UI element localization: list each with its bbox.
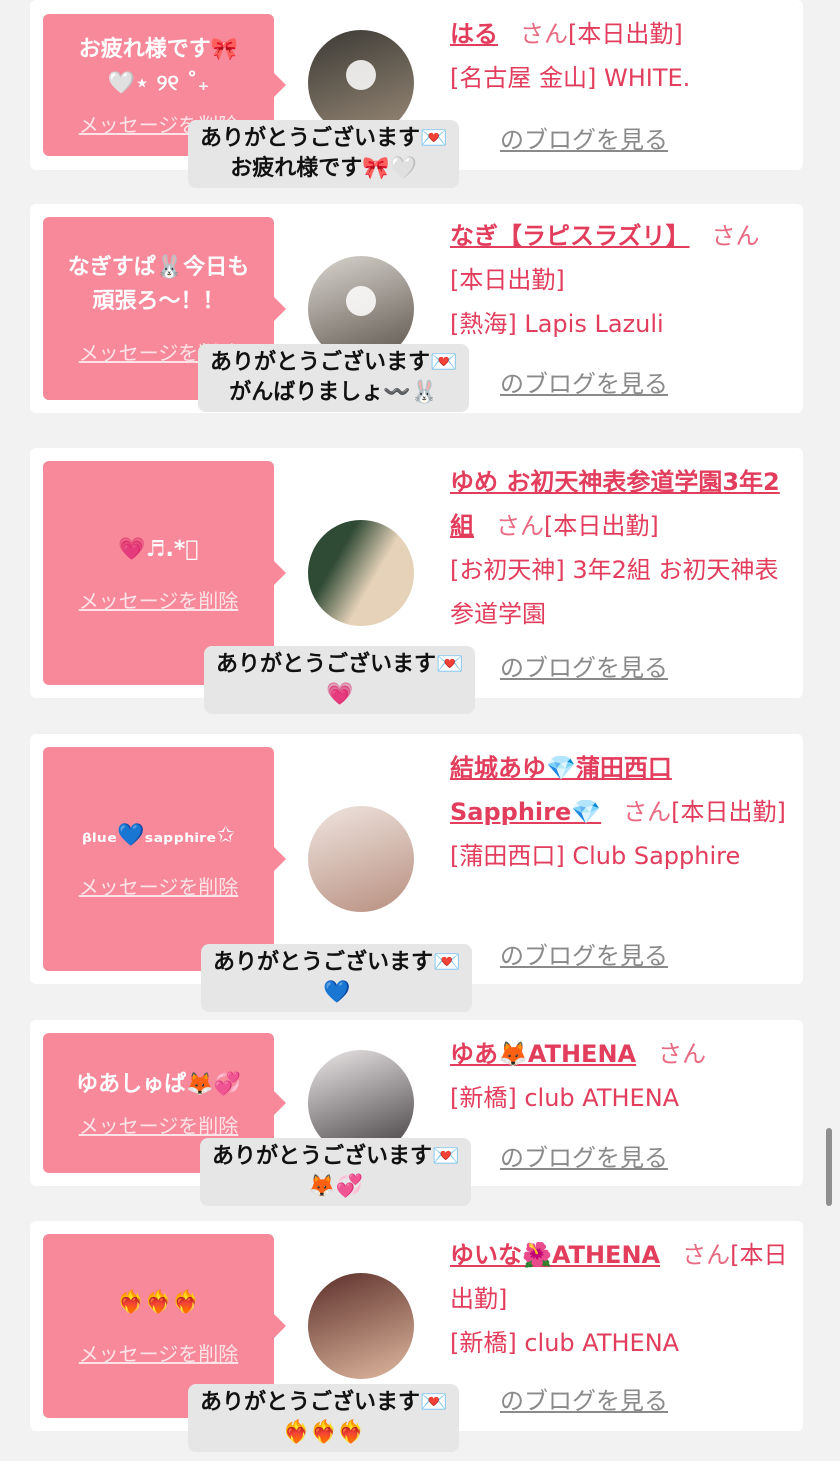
girl-name-link[interactable]: なぎ【ラピスラズリ】 bbox=[450, 222, 690, 250]
view-blog-link[interactable]: のブログを見る bbox=[500, 120, 668, 155]
avatar[interactable] bbox=[308, 1273, 414, 1379]
honorific: さん bbox=[682, 1241, 731, 1269]
sent-message-text: 💗♬.*ﾟ bbox=[118, 536, 199, 562]
sent-message-text: ᵦₗᵤₑ💙ₛₐₚₚₕᵢᵣₑ✩ bbox=[82, 822, 235, 848]
sent-message-text: お疲れ様です🎀 🤍⋆ ୨୧ ˚₊ bbox=[78, 36, 239, 96]
status-text: [本日出勤] bbox=[671, 798, 786, 826]
view-blog-link[interactable]: のブログを見る bbox=[500, 648, 668, 683]
sent-message-text: ❤️‍🔥❤️‍🔥❤️‍🔥 bbox=[117, 1289, 200, 1315]
honorific: さん bbox=[658, 1040, 707, 1068]
honorific: さん bbox=[520, 20, 568, 48]
status-text: [本日出勤] bbox=[544, 512, 659, 540]
shop-name: [熱海] Lapis Lazuli bbox=[450, 310, 664, 338]
sent-message-text: ゆあしゅぱ🦊💞 bbox=[76, 1071, 241, 1097]
reply-bubble: ありがとうございます💌 お疲れ様です🎀🤍 bbox=[188, 120, 460, 188]
heart-sticker-icon bbox=[346, 60, 376, 90]
avatar[interactable] bbox=[308, 806, 414, 912]
shop-name: [新橋] club ATHENA bbox=[450, 1329, 680, 1357]
honorific: さん bbox=[496, 512, 544, 540]
reply-bubble: ありがとうございます💌 💗 bbox=[204, 646, 476, 714]
delete-message-link[interactable]: メッセージを削除 bbox=[79, 1338, 239, 1367]
delete-message-link[interactable]: メッセージを削除 bbox=[79, 585, 239, 614]
view-blog-link[interactable]: のブログを見る bbox=[500, 1381, 668, 1416]
sent-message-bubble: ᵦₗᵤₑ💙ₛₐₚₚₕᵢᵣₑ✩ メッセージを削除 bbox=[43, 747, 286, 971]
girl-info: はる さん[本日出勤] [名古屋 金山] WHITE. bbox=[450, 12, 790, 100]
sent-message-text: なぎすぱ🐰今日も 頑張ろ〜！！ bbox=[67, 255, 250, 314]
reply-bubble: ありがとうございます💌 ❤️‍🔥❤️‍🔥❤️‍🔥 bbox=[188, 1384, 460, 1452]
delete-message-link[interactable]: メッセージを削除 bbox=[79, 1110, 239, 1139]
girl-name-link[interactable]: ゆあ🦊ATHENA bbox=[450, 1040, 636, 1068]
reply-bubble: ありがとうございます💌 🦊💞 bbox=[200, 1138, 472, 1206]
status-text: [本日出勤] bbox=[450, 266, 565, 294]
view-blog-link[interactable]: のブログを見る bbox=[500, 364, 668, 399]
reply-bubble: ありがとうございます💌 💙 bbox=[201, 944, 473, 1012]
shop-name: [名古屋 金山] WHITE. bbox=[450, 64, 691, 92]
girl-info: 結城あゆ💎蒲田西口Sapphire💎 さん[本日出勤] [蒲田西口] Club S… bbox=[450, 746, 790, 878]
shop-name: [蒲田西口] Club Sapphire bbox=[450, 842, 741, 870]
delete-message-link[interactable]: メッセージを削除 bbox=[79, 871, 239, 900]
status-text: [本日出勤] bbox=[568, 20, 683, 48]
view-blog-link[interactable]: のブログを見る bbox=[500, 936, 668, 971]
scrollbar[interactable] bbox=[826, 1128, 832, 1206]
girl-info: ゆめ お初天神表参道学園3年2組 さん[本日出勤] [お初天神] 3年2組 お初天… bbox=[450, 460, 790, 636]
shop-name: [新橋] club ATHENA bbox=[450, 1084, 680, 1112]
girl-name-link[interactable]: ゆいな🌺ATHENA bbox=[450, 1241, 660, 1269]
girl-info: ゆあ🦊ATHENA さん [新橋] club ATHENA bbox=[450, 1032, 790, 1120]
girl-info: ゆいな🌺ATHENA さん[本日出勤] [新橋] club ATHENA bbox=[450, 1233, 790, 1365]
honorific: さん bbox=[623, 798, 672, 826]
girl-name-link[interactable]: はる bbox=[450, 20, 498, 48]
reply-bubble: ありがとうございます💌 がんばりましょ〰️🐰 bbox=[198, 344, 470, 412]
girl-info: なぎ【ラピスラズリ】 さん [本日出勤] [熱海] Lapis Lazuli bbox=[450, 214, 790, 346]
avatar[interactable] bbox=[308, 520, 414, 626]
view-blog-link[interactable]: のブログを見る bbox=[500, 1138, 668, 1173]
honorific: さん bbox=[711, 222, 760, 250]
heart-sticker-icon bbox=[346, 286, 376, 316]
shop-name: [お初天神] 3年2組 お初天神表参道学園 bbox=[450, 556, 779, 628]
